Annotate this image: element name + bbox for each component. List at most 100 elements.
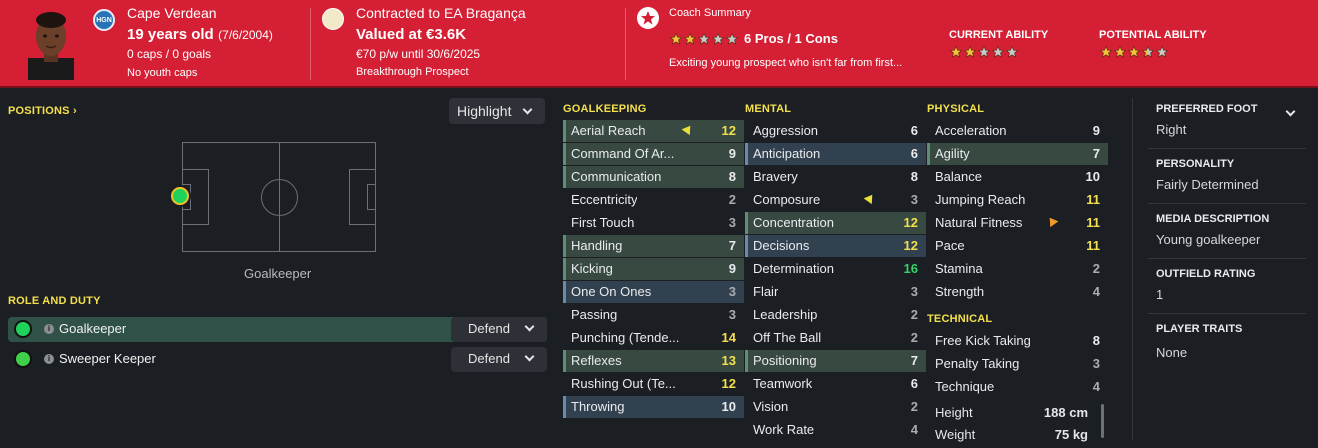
attribute-name: Aerial Reach: [571, 123, 646, 138]
attribute-row[interactable]: Leadership 2: [745, 304, 926, 326]
position-caption: Goalkeeper: [244, 266, 312, 281]
star-icon: [1099, 45, 1113, 58]
attribute-row[interactable]: Aerial Reach 12: [563, 120, 744, 142]
attribute-row[interactable]: Determination 16: [745, 258, 926, 280]
attribute-marker: [563, 120, 566, 142]
player-avatar[interactable]: [28, 8, 74, 80]
star-icon: [963, 45, 977, 58]
duty-dropdown[interactable]: Defend: [451, 317, 547, 342]
attribute-row[interactable]: Concentration 12: [745, 212, 926, 234]
nationality-flag-icon[interactable]: HGN: [93, 9, 115, 31]
attribute-value: 6: [910, 376, 918, 391]
goalkeeping-label: GOALKEEPING: [563, 103, 647, 115]
attribute-row[interactable]: Communication 8: [563, 166, 744, 188]
attribute-row[interactable]: Agility 7: [927, 143, 1108, 165]
attribute-row[interactable]: Pace 11: [927, 235, 1108, 257]
attribute-row[interactable]: Flair 3: [745, 281, 926, 303]
attribute-value: 3: [728, 307, 736, 322]
attribute-marker: [745, 350, 748, 372]
caps-goals: 0 caps / 0 goals: [127, 47, 212, 61]
star-icon: [977, 45, 991, 58]
attribute-row[interactable]: Jumping Reach 11: [927, 189, 1108, 211]
attribute-row[interactable]: Kicking 9: [563, 258, 744, 280]
weight-label: Weight: [935, 427, 976, 442]
attribute-row[interactable]: Off The Ball 2: [745, 327, 926, 349]
date-of-birth: (7/6/2004): [218, 28, 273, 42]
attribute-row[interactable]: Penalty Taking 3: [927, 353, 1108, 375]
pros-cons[interactable]: 6 Pros / 1 Cons: [744, 31, 838, 46]
attribute-row[interactable]: First Touch 3: [563, 212, 744, 234]
attribute-row[interactable]: Natural Fitness 11: [927, 212, 1108, 234]
mental-label: MENTAL: [745, 103, 792, 115]
attribute-row[interactable]: Vision 2: [745, 396, 926, 418]
weight-row: Weight 75 kg: [927, 424, 1108, 446]
attribute-value: 8: [910, 169, 918, 184]
role-row-sweeper-keeper[interactable]: i Sweeper Keeper Defend: [8, 347, 547, 372]
attribute-row[interactable]: Work Rate 4: [745, 419, 926, 441]
goalkeeper-position-marker[interactable]: [171, 187, 189, 205]
chevron-down-icon[interactable]: [1285, 106, 1296, 117]
attribute-row[interactable]: Teamwork 6: [745, 373, 926, 395]
attribute-row[interactable]: Acceleration 9: [927, 120, 1108, 142]
attribute-row[interactable]: Balance 10: [927, 166, 1108, 188]
attribute-value: 12: [903, 215, 918, 230]
coach-rating-stars: [669, 32, 739, 45]
attribute-row[interactable]: Aggression 6: [745, 120, 926, 142]
attribute-value: 10: [721, 399, 736, 414]
duty-dropdown[interactable]: Defend: [451, 347, 547, 372]
attribute-name: Composure: [753, 192, 821, 207]
attribute-row[interactable]: Positioning 7: [745, 350, 926, 372]
attribute-name: Acceleration: [935, 123, 1007, 138]
attribute-value: 14: [721, 330, 736, 345]
age-line: 19 years old (7/6/2004): [127, 26, 273, 44]
star-icon: [669, 32, 683, 45]
nationality[interactable]: Cape Verdean: [127, 5, 217, 21]
contract-club[interactable]: Contracted to EA Bragança: [356, 5, 526, 21]
attribute-name: Reflexes: [571, 353, 622, 368]
center-circle: [261, 179, 298, 216]
attribute-name: First Touch: [571, 215, 635, 230]
attribute-value: 8: [1092, 333, 1100, 348]
attribute-row[interactable]: One On Ones 3: [563, 281, 744, 303]
potential-ability-label: POTENTIAL ABILITY: [1099, 29, 1207, 41]
attribute-value: 6: [910, 146, 918, 161]
attribute-value: 7: [728, 238, 736, 253]
attribute-row[interactable]: Throwing 10: [563, 396, 744, 418]
highlight-dropdown[interactable]: Highlight: [449, 98, 545, 124]
info-icon[interactable]: i: [44, 324, 54, 334]
attribute-row[interactable]: Passing 3: [563, 304, 744, 326]
attribute-name: Concentration: [753, 215, 834, 230]
positions-label[interactable]: POSITIONS ›: [8, 105, 77, 117]
role-row-goalkeeper[interactable]: i Goalkeeper Defend: [8, 317, 547, 342]
attribute-row[interactable]: Decisions 12: [745, 235, 926, 257]
club-crest-icon[interactable]: [322, 8, 344, 30]
star-icon: [991, 45, 1005, 58]
attribute-row[interactable]: Punching (Tende... 14: [563, 327, 744, 349]
attribute-row[interactable]: Strength 4: [927, 281, 1108, 303]
player-status: Breakthrough Prospect: [356, 66, 469, 78]
attribute-row[interactable]: Anticipation 6: [745, 143, 926, 165]
personality-value[interactable]: Fairly Determined: [1156, 177, 1259, 192]
coach-summary-text: Exciting young prospect who isn't far fr…: [669, 57, 903, 69]
chevron-down-icon: [524, 351, 535, 362]
attribute-name: Technique: [935, 379, 995, 394]
attribute-name: Work Rate: [753, 422, 815, 437]
scrollbar[interactable]: [1101, 404, 1104, 438]
header-divider: [310, 8, 311, 80]
attribute-row[interactable]: Reflexes 13: [563, 350, 744, 372]
attribute-row[interactable]: Technique 4: [927, 376, 1108, 398]
attribute-row[interactable]: Eccentricity 2: [563, 189, 744, 211]
attribute-row[interactable]: Stamina 2: [927, 258, 1108, 280]
attribute-name: Agility: [935, 146, 970, 161]
attribute-row[interactable]: Bravery 8: [745, 166, 926, 188]
info-icon[interactable]: i: [44, 354, 54, 364]
attribute-row[interactable]: Free Kick Taking 8: [927, 330, 1108, 352]
attribute-row[interactable]: Handling 7: [563, 235, 744, 257]
attribute-row[interactable]: Composure 3: [745, 189, 926, 211]
trend-up-arrow-icon: [863, 191, 877, 205]
attribute-row[interactable]: Rushing Out (Te... 12: [563, 373, 744, 395]
attribute-name: Determination: [753, 261, 834, 276]
position-pitch[interactable]: [182, 142, 376, 252]
attribute-row[interactable]: Command Of Ar... 9: [563, 143, 744, 165]
height-row: Height 188 cm: [927, 402, 1108, 424]
